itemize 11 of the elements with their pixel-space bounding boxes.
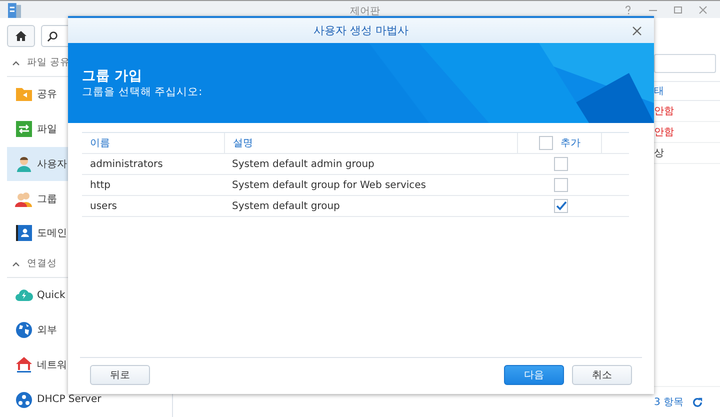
item-count: 3 항목 [654,396,684,409]
table-cell-text: System default group for Web services [231,178,427,192]
table-cell-text: users [89,200,118,214]
step-heading: 그룹 가입 [82,67,144,85]
table-cell-text: http [89,178,112,192]
window-title: 제어판 [350,5,380,18]
dialog-title: 사용자 생성 마법사 [314,23,408,38]
table-cell-text: System default admin group [231,158,376,172]
table-cell-text: administrators [89,158,164,172]
step-subheading: 그룹을 선택해 주십시오: [82,85,204,99]
table-cell-text: System default group [231,200,341,214]
